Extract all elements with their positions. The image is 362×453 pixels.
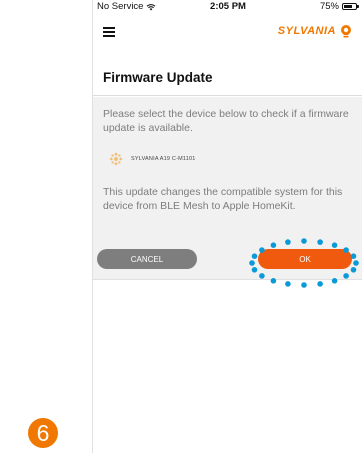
step-number-badge: 6 <box>28 418 58 448</box>
ok-button[interactable]: OK <box>258 249 352 269</box>
homekit-notice: This update changes the compatible syste… <box>103 186 343 212</box>
status-right: 75% <box>319 1 359 12</box>
nav-bar: SYLVANIA <box>93 20 362 48</box>
page-title-bar: Firmware Update <box>93 58 362 96</box>
firmware-panel: Please select the device below to check … <box>93 97 362 279</box>
brand-logo: SYLVANIA <box>278 24 353 38</box>
battery-icon <box>342 3 359 10</box>
page-title: Firmware Update <box>103 70 213 85</box>
brand-text: SYLVANIA <box>277 25 336 37</box>
bulb-device-icon <box>109 152 123 166</box>
device-name: SYLVANIA A19 C-M1101 <box>131 156 196 162</box>
device-list-item[interactable]: SYLVANIA A19 C-M1101 <box>109 152 196 166</box>
empty-area <box>93 279 362 453</box>
status-bar: No Service 2:05 PM 75% <box>93 0 362 14</box>
menu-icon[interactable] <box>103 27 115 37</box>
phone-screen: No Service 2:05 PM 75% SYLVANIA Firmware… <box>92 0 362 453</box>
cancel-button[interactable]: CANCEL <box>97 249 197 269</box>
bulb-logo-icon <box>341 25 351 38</box>
select-device-prompt: Please select the device below to check … <box>103 108 349 134</box>
battery-percent: 75% <box>319 1 339 12</box>
